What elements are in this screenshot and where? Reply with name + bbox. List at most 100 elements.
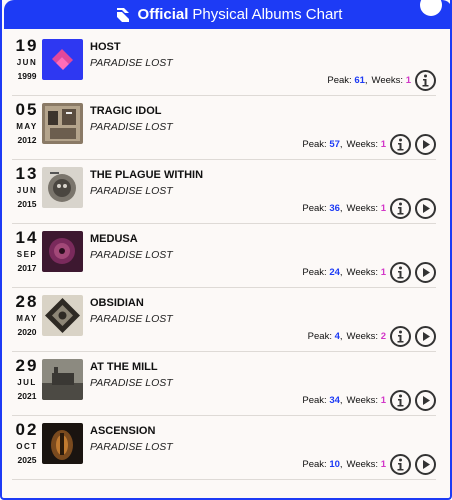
chart-run-list: 19 JUN 1999 HOST PARADISE LOST Peak: 61,… xyxy=(12,32,436,480)
entry-year: 2020 xyxy=(17,327,37,337)
info-icon xyxy=(397,394,404,406)
list-item-5: 28 MAY 2020 OBSIDIAN PARADISE LOST Peak:… xyxy=(12,288,436,352)
artist-name[interactable]: PARADISE LOST xyxy=(90,441,173,453)
peak-value: 34 xyxy=(329,394,340,406)
album-cover[interactable] xyxy=(42,39,83,80)
play-button[interactable] xyxy=(415,133,436,155)
info-icon xyxy=(397,458,404,470)
peak-label: Peak: xyxy=(302,138,327,150)
play-icon xyxy=(422,331,430,341)
album-title[interactable]: TRAGIC IDOL xyxy=(90,105,162,117)
album-cover[interactable] xyxy=(42,295,83,336)
header-brand: Official xyxy=(137,6,189,23)
entry-month: JUN xyxy=(16,186,38,195)
info-button[interactable] xyxy=(415,69,436,91)
album-title[interactable]: THE PLAGUE WITHIN xyxy=(90,169,203,181)
list-item-3: 13 JUN 2015 THE PLAGUE WITHIN PARADISE L… xyxy=(12,160,436,224)
peak-label: Peak: xyxy=(327,74,352,86)
album-title[interactable]: ASCENSION xyxy=(90,425,155,437)
play-button[interactable] xyxy=(415,453,436,475)
close-button[interactable] xyxy=(420,0,442,16)
artist-name[interactable]: PARADISE LOST xyxy=(90,185,173,197)
peak-label: Peak: xyxy=(302,202,327,214)
play-button[interactable] xyxy=(415,389,436,411)
list-item-7: 02 OCT 2025 ASCENSION PARADISE LOST Peak… xyxy=(12,416,436,480)
play-button[interactable] xyxy=(415,325,436,347)
play-button[interactable] xyxy=(415,197,436,219)
artist-name[interactable]: PARADISE LOST xyxy=(90,57,173,69)
weeks-label: Weeks: xyxy=(371,74,404,86)
peak-label: Peak: xyxy=(307,330,332,342)
entry-date: 02 OCT 2025 xyxy=(14,421,40,466)
weeks-value: 1 xyxy=(380,138,386,150)
info-button[interactable] xyxy=(390,133,411,155)
artist-name[interactable]: PARADISE LOST xyxy=(90,377,173,389)
entry-day: 19 xyxy=(15,36,39,55)
official-charts-logo-icon xyxy=(116,7,129,22)
play-icon xyxy=(422,395,430,405)
weeks-value: 2 xyxy=(380,330,386,342)
entry-year: 2021 xyxy=(17,391,37,401)
entry-date: 14 SEP 2017 xyxy=(14,228,40,274)
play-icon xyxy=(422,139,430,149)
artist-name[interactable]: PARADISE LOST xyxy=(90,249,173,261)
entry-day: 05 xyxy=(15,100,39,119)
entry-month: MAY xyxy=(16,122,38,131)
header-title: Physical Albums Chart xyxy=(192,6,343,23)
weeks-value: 1 xyxy=(380,266,386,278)
info-icon xyxy=(422,74,429,86)
peak-label: Peak: xyxy=(302,394,327,406)
entry-year: 2012 xyxy=(17,135,37,145)
album-cover[interactable] xyxy=(42,359,83,400)
peak-value: 57 xyxy=(329,138,340,150)
play-icon xyxy=(422,203,430,213)
info-icon xyxy=(397,330,404,342)
entry-date: 13 JUN 2015 xyxy=(14,164,40,210)
weeks-value: 1 xyxy=(380,202,386,214)
info-button[interactable] xyxy=(390,389,411,411)
entry-stats: Peak: 57, Weeks: 1 xyxy=(302,132,436,156)
weeks-value: 1 xyxy=(405,74,411,86)
play-button[interactable] xyxy=(415,261,436,283)
entry-month: OCT xyxy=(16,442,38,451)
entry-year: 2015 xyxy=(17,199,37,209)
chart-panel: Official Physical Albums Chart 19 JUN 19… xyxy=(0,0,452,500)
entry-month: SEP xyxy=(16,250,38,259)
entry-day: 29 xyxy=(15,356,39,375)
info-button[interactable] xyxy=(390,261,411,283)
weeks-label: Weeks: xyxy=(346,138,379,150)
peak-value: 24 xyxy=(329,266,340,278)
list-item-4: 14 SEP 2017 MEDUSA PARADISE LOST Peak: 2… xyxy=(12,224,436,288)
info-button[interactable] xyxy=(390,325,411,347)
play-icon xyxy=(422,267,430,277)
album-title[interactable]: HOST xyxy=(90,41,121,53)
entry-stats: Peak: 24, Weeks: 1 xyxy=(302,260,436,284)
album-cover[interactable] xyxy=(42,231,83,272)
info-button[interactable] xyxy=(390,197,411,219)
entry-year: 1999 xyxy=(17,71,37,81)
info-button[interactable] xyxy=(390,453,411,475)
weeks-label: Weeks: xyxy=(346,202,379,214)
entry-date: 05 MAY 2012 xyxy=(14,100,40,146)
weeks-label: Weeks: xyxy=(346,394,379,406)
artist-name[interactable]: PARADISE LOST xyxy=(90,121,173,133)
album-cover[interactable] xyxy=(42,423,83,464)
entry-day: 14 xyxy=(15,228,39,247)
list-item-2: 05 MAY 2012 TRAGIC IDOL PARADISE LOST Pe… xyxy=(12,96,436,160)
album-cover[interactable] xyxy=(42,167,83,208)
album-title[interactable]: OBSIDIAN xyxy=(90,297,144,309)
weeks-label: Weeks: xyxy=(346,266,379,278)
entry-month: MAY xyxy=(16,314,38,323)
entry-stats: Peak: 34, Weeks: 1 xyxy=(302,388,436,412)
info-icon xyxy=(397,266,404,278)
album-title[interactable]: MEDUSA xyxy=(90,233,138,245)
entry-day: 13 xyxy=(15,164,39,183)
artist-name[interactable]: PARADISE LOST xyxy=(90,313,173,325)
peak-label: Peak: xyxy=(302,266,327,278)
album-cover[interactable] xyxy=(42,103,83,144)
entry-date: 19 JUN 1999 xyxy=(14,36,40,82)
entry-stats: Peak: 10, Weeks: 1 xyxy=(302,452,436,476)
peak-label: Peak: xyxy=(302,458,327,470)
entry-stats: Peak: 36, Weeks: 1 xyxy=(302,196,436,220)
album-title[interactable]: AT THE MILL xyxy=(90,361,158,373)
